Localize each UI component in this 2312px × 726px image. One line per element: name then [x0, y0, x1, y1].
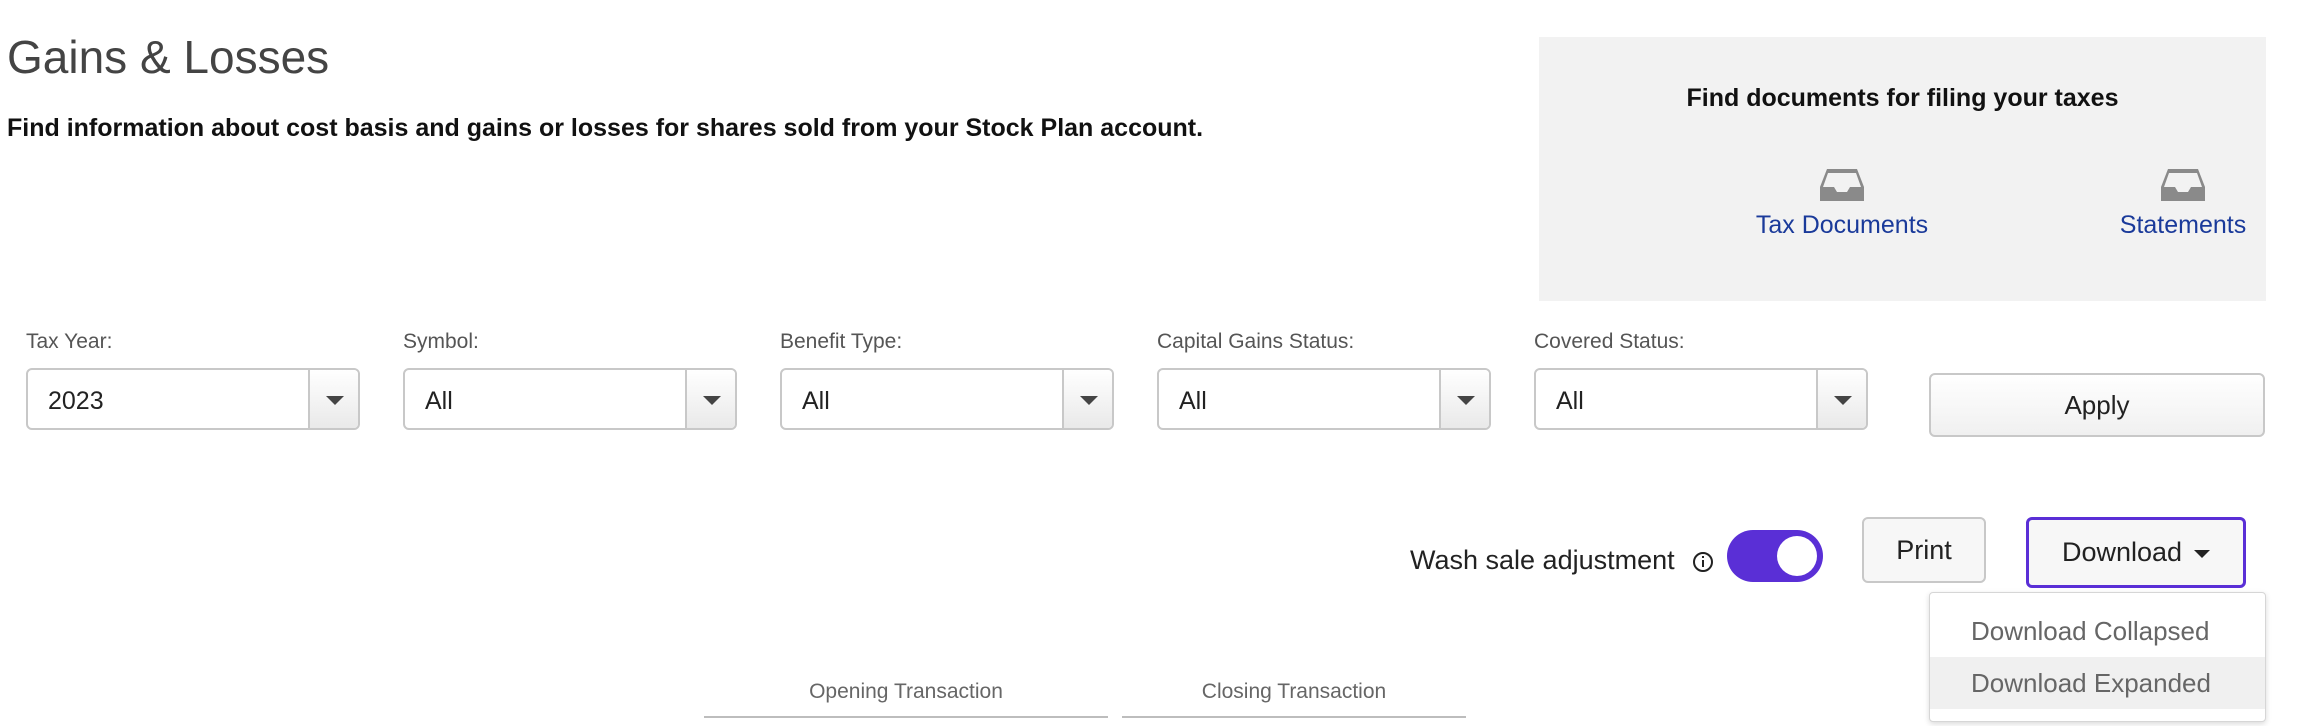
- covered-status-select[interactable]: All: [1534, 368, 1868, 430]
- statements-label: Statements: [2119, 211, 2247, 239]
- closing-transaction-header: Closing Transaction: [1201, 680, 1387, 703]
- toggle-knob: [1777, 536, 1817, 576]
- filter-label: Benefit Type:: [780, 330, 903, 353]
- docs-panel-title: Find documents for filing your taxes: [1686, 84, 2119, 112]
- download-menu: Download Collapsed Download Expanded: [1929, 592, 2266, 722]
- select-value: All: [1556, 387, 1584, 415]
- capital-gains-status-select[interactable]: All: [1157, 368, 1491, 430]
- select-value: All: [802, 387, 830, 415]
- chevron-down-icon: [308, 370, 358, 428]
- filter-label: Covered Status:: [1534, 330, 1685, 353]
- page-title: Gains & Losses: [7, 31, 330, 83]
- filter-tax-year: Tax Year: 2023: [26, 330, 362, 430]
- filter-capital-gains-status: Capital Gains Status: All: [1157, 330, 1493, 430]
- select-value: All: [1179, 387, 1207, 415]
- statements-link[interactable]: Statements: [2053, 165, 2312, 240]
- wash-sale-label: Wash sale adjustment: [1410, 545, 1675, 575]
- chevron-down-icon: [1816, 370, 1866, 428]
- download-button-label: Download: [2061, 537, 2183, 567]
- tax-year-select[interactable]: 2023: [26, 368, 360, 430]
- column-group-divider: [1122, 716, 1466, 718]
- download-button[interactable]: Download: [2026, 517, 2246, 588]
- tax-documents-label: Tax Documents: [1755, 211, 1929, 239]
- inbox-tray-icon: [1820, 169, 1864, 201]
- tax-documents-panel: Find documents for filing your taxes Tax…: [1539, 37, 2266, 301]
- chevron-down-icon: [685, 370, 735, 428]
- column-group-divider: [704, 716, 1108, 718]
- wash-sale-toggle[interactable]: [1727, 530, 1823, 582]
- symbol-select[interactable]: All: [403, 368, 737, 430]
- filter-covered-status: Covered Status: All: [1534, 330, 1870, 430]
- opening-transaction-header: Opening Transaction: [809, 680, 1003, 703]
- filter-label: Capital Gains Status:: [1157, 330, 1355, 353]
- benefit-type-select[interactable]: All: [780, 368, 1114, 430]
- menu-item-download-collapsed[interactable]: Download Collapsed: [1930, 605, 2265, 657]
- select-value: All: [425, 387, 453, 415]
- menu-item-download-expanded[interactable]: Download Expanded: [1930, 657, 2265, 709]
- filter-benefit-type: Benefit Type: All: [780, 330, 1116, 430]
- chevron-down-icon: [1439, 370, 1489, 428]
- filter-label: Tax Year:: [26, 330, 113, 353]
- page-subtitle: Find information about cost basis and ga…: [7, 114, 1204, 142]
- print-button[interactable]: Print: [1862, 517, 1986, 583]
- caret-down-icon: [2194, 549, 2211, 558]
- select-value: 2023: [48, 387, 104, 415]
- inbox-tray-icon: [2161, 169, 2205, 201]
- apply-button[interactable]: Apply: [1929, 373, 2265, 437]
- gains-losses-page: Gains & Losses Find information about co…: [0, 0, 2312, 726]
- filter-symbol: Symbol: All: [403, 330, 739, 430]
- chevron-down-icon: [1062, 370, 1112, 428]
- filter-label: Symbol:: [403, 330, 479, 353]
- tax-documents-link[interactable]: Tax Documents: [1712, 165, 1972, 240]
- info-icon[interactable]: [1692, 551, 1714, 573]
